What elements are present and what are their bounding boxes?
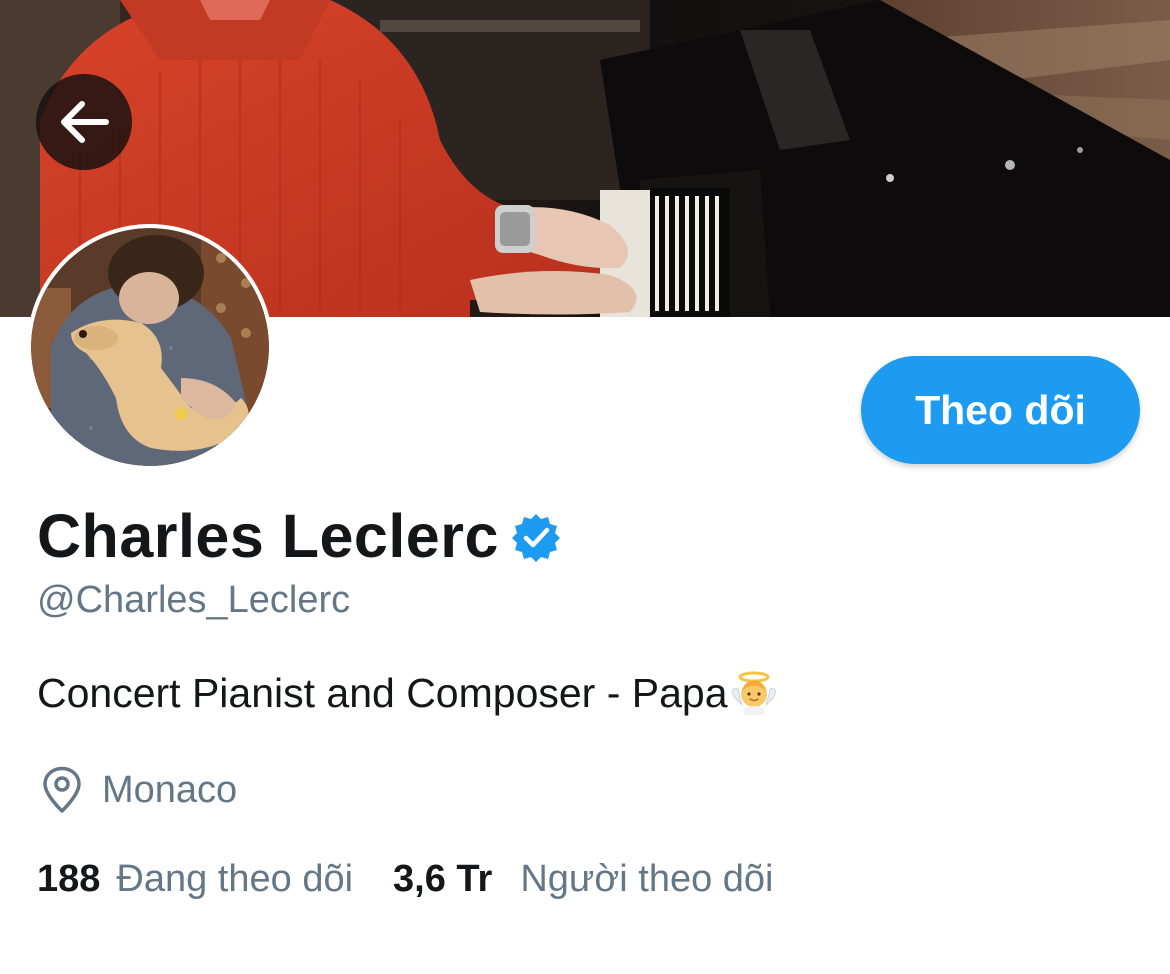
profile-handle: @Charles_Leclerc <box>37 579 351 621</box>
followers-label[interactable]: Người theo dõi <box>520 853 773 905</box>
display-name: Charles Leclerc <box>37 502 499 570</box>
verified-badge-icon <box>511 512 561 562</box>
profile-stats: 188 Đang theo dõi 3,6 Tr Người theo dõi <box>37 853 774 905</box>
baby-angel-emoji <box>730 669 778 717</box>
location-pin-icon <box>43 766 81 813</box>
bio-text: Concert Pianist and Composer - Papa <box>37 670 728 716</box>
name-row: Charles Leclerc <box>37 500 561 572</box>
profile-bio: Concert Pianist and Composer - Papa <box>37 666 778 720</box>
avatar-image <box>31 228 269 466</box>
following-label[interactable]: Đang theo dõi <box>116 853 353 905</box>
follow-button[interactable]: Theo dõi <box>861 356 1140 464</box>
back-button[interactable] <box>36 74 132 170</box>
arrow-left-icon <box>61 101 109 143</box>
profile-location: Monaco <box>40 764 237 816</box>
followers-count[interactable]: 3,6 Tr <box>393 853 492 905</box>
avatar[interactable] <box>27 224 273 470</box>
location-text: Monaco <box>102 769 238 811</box>
following-count[interactable]: 188 <box>37 853 100 905</box>
